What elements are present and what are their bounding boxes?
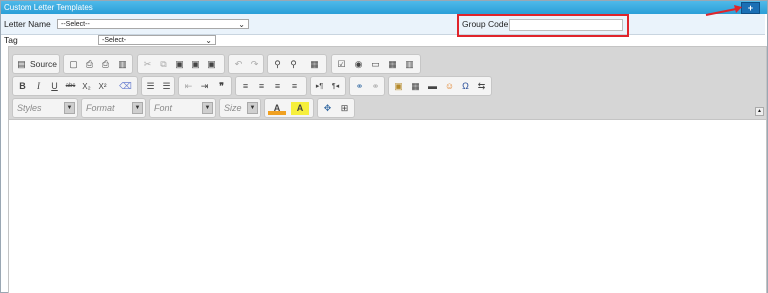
align-right-icon[interactable]: ≡ — [271, 80, 284, 93]
paste-icon[interactable]: ▣ — [173, 58, 186, 71]
new-page-icon[interactable]: ▢ — [67, 58, 80, 71]
form-group: ☑ ◉ ▭ ▦ ▥ — [331, 54, 421, 74]
link-icon[interactable]: ⚭ — [353, 80, 366, 93]
horizontal-rule-icon[interactable]: ▬ — [426, 80, 439, 93]
show-blocks-icon[interactable]: ⊞ — [338, 102, 351, 115]
tag-label: Tag — [4, 35, 18, 45]
source-button[interactable]: ▤ Source — [12, 54, 60, 74]
undo-group: ↶ ↷ — [228, 54, 264, 74]
format-label: Format — [86, 103, 115, 113]
red-arrow-icon — [705, 5, 742, 16]
text-color-button[interactable]: A — [268, 102, 286, 115]
editor-content-area[interactable] — [9, 119, 766, 293]
outdent-icon[interactable]: ⇤ — [182, 80, 195, 93]
undo-icon[interactable]: ↶ — [232, 58, 245, 71]
bold-button[interactable]: B — [16, 80, 29, 93]
find-icon[interactable]: ⚲ — [271, 58, 284, 71]
styles-combo[interactable]: Styles ▼ — [12, 98, 78, 118]
bulleted-list-icon[interactable]: ☰ — [160, 80, 173, 93]
source-label: Source — [30, 59, 57, 69]
tag-value: -Select- — [102, 37, 127, 44]
letter-name-select[interactable]: --Select-- ⌄ — [57, 19, 249, 29]
smiley-icon[interactable]: ☺ — [443, 80, 456, 93]
rtl-icon[interactable]: ¶◂ — [329, 80, 342, 93]
size-label: Size — [224, 103, 242, 113]
align-group: ≡ ≡ ≡ ≡ — [235, 76, 307, 96]
highlight-box — [457, 14, 629, 37]
source-icon: ▤ — [17, 59, 26, 69]
collapse-toolbar-button[interactable]: ▲ — [755, 107, 764, 116]
ltr-icon[interactable]: ▸¶ — [313, 80, 326, 93]
textfield-icon[interactable]: ▭ — [369, 58, 382, 71]
chevron-down-icon: ▼ — [132, 102, 143, 114]
find-group: ⚲ ⚲ ▦ — [267, 54, 327, 74]
image-icon[interactable]: ▣ — [392, 80, 405, 93]
print-icon[interactable]: ⎙ — [99, 58, 112, 71]
chevron-down-icon: ⌄ — [238, 20, 245, 29]
styles-label: Styles — [17, 103, 42, 113]
subscript-button[interactable]: X₂ — [80, 80, 93, 93]
justify-icon[interactable]: ≡ — [288, 80, 301, 93]
paste-text-icon[interactable]: ▣ — [189, 58, 202, 71]
radio-icon[interactable]: ◉ — [352, 58, 365, 71]
insert-group: ▣ ▦ ▬ ☺ Ω ⇆ — [388, 76, 492, 96]
form-icon[interactable]: ☑ — [335, 58, 348, 71]
indent-group: ⇤ ⇥ ❞ — [178, 76, 232, 96]
font-label: Font — [154, 103, 173, 113]
unlink-icon[interactable]: ⚭ — [369, 80, 382, 93]
document-group: ▢ ⎙ ⎙ ▥ — [63, 54, 133, 74]
preview-icon[interactable]: ⎙ — [83, 58, 96, 71]
list-group: ☰ ☰ — [141, 76, 175, 96]
size-combo[interactable]: Size ▼ — [219, 98, 261, 118]
superscript-button[interactable]: X² — [96, 80, 109, 93]
numbered-list-icon[interactable]: ☰ — [144, 80, 157, 93]
basic-styles-group: B I U abc X₂ X² ⌫ — [12, 76, 138, 96]
strike-button[interactable]: abc — [64, 80, 77, 93]
table-icon[interactable]: ▦ — [409, 80, 422, 93]
copy-icon[interactable]: ⧉ — [157, 58, 170, 71]
letter-name-label: Letter Name — [4, 19, 51, 29]
cut-icon[interactable]: ✂ — [141, 58, 154, 71]
indent-icon[interactable]: ⇥ — [198, 80, 211, 93]
templates-icon[interactable]: ▥ — [116, 58, 129, 71]
window-title: Custom Letter Templates — [4, 3, 93, 12]
font-combo[interactable]: Font ▼ — [149, 98, 216, 118]
special-char-icon[interactable]: Ω — [459, 80, 472, 93]
page-break-icon[interactable]: ⇆ — [475, 80, 488, 93]
select-all-icon[interactable]: ▦ — [308, 58, 321, 71]
blockquote-icon[interactable]: ❞ — [215, 80, 228, 93]
align-left-icon[interactable]: ≡ — [239, 80, 252, 93]
italic-button[interactable]: I — [32, 80, 45, 93]
title-bar: Custom Letter Templates — [1, 1, 767, 14]
table-grid-icon[interactable]: ▥ — [403, 58, 416, 71]
format-combo[interactable]: Format ▼ — [81, 98, 146, 118]
rich-text-editor: ▤ Source ▢ ⎙ ⎙ ▥ ✂ ⧉ ▣ ▣ ▣ ↶ ↷ ⚲ ⚲ ▦ ☑ ◉… — [8, 46, 767, 293]
paste-word-icon[interactable]: ▣ — [205, 58, 218, 71]
clipboard-group: ✂ ⧉ ▣ ▣ ▣ — [137, 54, 225, 74]
align-center-icon[interactable]: ≡ — [255, 80, 268, 93]
remove-format-icon[interactable]: ⌫ — [119, 80, 132, 93]
direction-group: ▸¶ ¶◂ — [310, 76, 346, 96]
chevron-down-icon: ▼ — [64, 102, 75, 114]
custom-letter-templates-window: Custom Letter Templates + Letter Name --… — [0, 0, 768, 293]
underline-button[interactable]: U — [48, 80, 61, 93]
color-group: A A — [264, 98, 314, 118]
tag-select[interactable]: -Select- ⌄ — [98, 35, 216, 45]
bg-color-button[interactable]: A — [291, 102, 309, 115]
image-button-icon[interactable]: ▦ — [386, 58, 399, 71]
chevron-down-icon: ⌄ — [205, 36, 212, 45]
link-group: ⚭ ⚭ — [349, 76, 385, 96]
replace-icon[interactable]: ⚲ — [287, 58, 300, 71]
chevron-down-icon: ▼ — [247, 102, 258, 114]
redo-icon[interactable]: ↷ — [248, 58, 261, 71]
chevron-down-icon: ▼ — [202, 102, 213, 114]
tools-group: ✥ ⊞ — [317, 98, 355, 118]
maximize-icon[interactable]: ✥ — [321, 102, 334, 115]
template-form: Letter Name --Select-- ⌄ Group Code: — [1, 14, 765, 35]
letter-name-value: --Select-- — [61, 21, 90, 28]
